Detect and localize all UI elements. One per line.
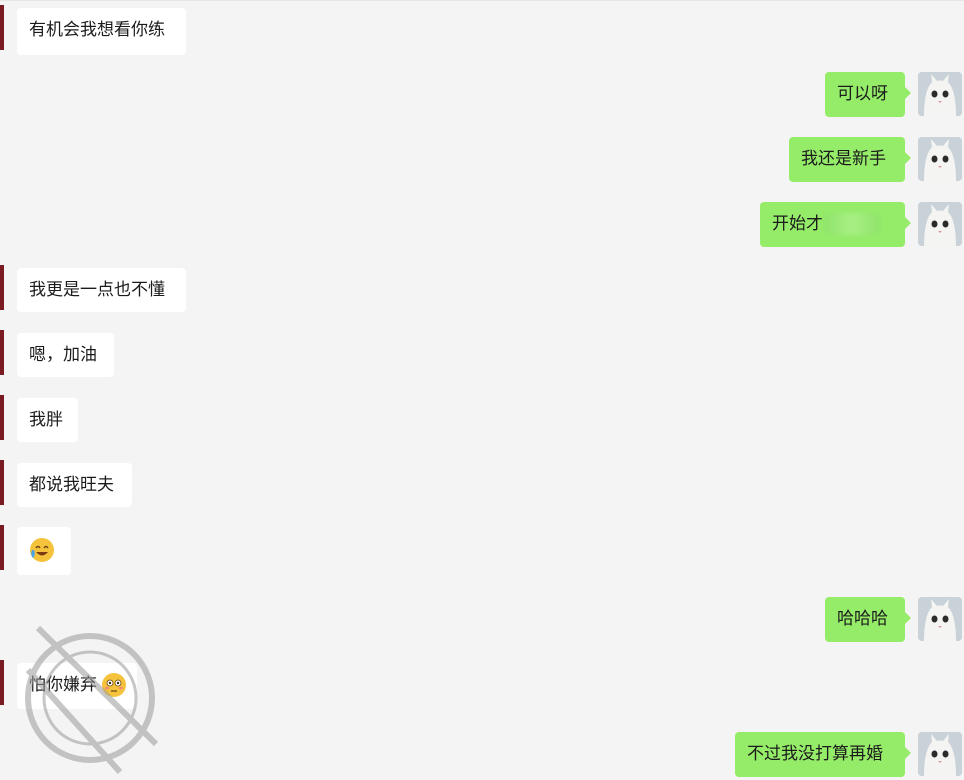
message-row: 都说我旺夫 bbox=[0, 459, 964, 509]
redaction-blur bbox=[823, 213, 881, 235]
message-text: 不过我没打算再婚 bbox=[747, 744, 883, 764]
message-text: 可以呀 bbox=[837, 84, 888, 104]
received-bubble[interactable] bbox=[17, 527, 71, 575]
contact-marker bbox=[0, 660, 4, 705]
message-text: 都说我旺夫 bbox=[29, 475, 114, 495]
contact-marker bbox=[0, 460, 4, 505]
received-bubble[interactable]: 我更是一点也不懂 bbox=[17, 268, 186, 312]
received-bubble[interactable]: 嗯，加油 bbox=[17, 333, 114, 377]
message-row: 开始才 bbox=[0, 202, 964, 248]
message-row: 不过我没打算再婚 bbox=[0, 732, 964, 778]
laughing-crying-emoji bbox=[30, 538, 54, 562]
message-row: 我胖 bbox=[0, 394, 964, 444]
cat-avatar-icon[interactable] bbox=[918, 202, 962, 246]
message-text: 我还是新手 bbox=[801, 149, 886, 169]
contact-marker bbox=[0, 525, 4, 570]
flushed-emoji bbox=[102, 673, 127, 697]
cat-avatar-icon[interactable] bbox=[918, 597, 962, 641]
contact-marker bbox=[0, 395, 4, 440]
received-bubble[interactable]: 我胖 bbox=[17, 398, 78, 442]
message-row: 可以呀 bbox=[0, 72, 964, 118]
received-bubble[interactable]: 怕你嫌弃 bbox=[17, 663, 137, 709]
message-row bbox=[0, 524, 964, 578]
message-text: 哈哈哈 bbox=[837, 609, 888, 629]
cat-avatar-icon[interactable] bbox=[918, 137, 962, 181]
message-row: 嗯，加油 bbox=[0, 329, 964, 379]
received-bubble[interactable]: 有机会我想看你练 bbox=[17, 8, 186, 55]
message-row: 有机会我想看你练 bbox=[0, 4, 964, 55]
top-divider bbox=[0, 0, 964, 1]
message-text: 有机会我想看你练 bbox=[29, 20, 165, 40]
message-row: 哈哈哈 bbox=[0, 597, 964, 643]
message-text: 嗯，加油 bbox=[29, 345, 97, 365]
contact-marker bbox=[0, 330, 4, 375]
contact-marker bbox=[0, 5, 4, 50]
cat-avatar-icon[interactable] bbox=[918, 72, 962, 116]
sent-bubble[interactable]: 我还是新手 bbox=[789, 137, 911, 182]
contact-marker bbox=[0, 265, 4, 310]
sent-bubble[interactable]: 不过我没打算再婚 bbox=[735, 732, 911, 777]
message-text: 我更是一点也不懂 bbox=[29, 280, 165, 300]
message-text: 我胖 bbox=[29, 410, 63, 430]
message-text: 开始才 bbox=[772, 214, 823, 234]
cat-avatar-icon[interactable] bbox=[918, 732, 962, 776]
received-bubble[interactable]: 都说我旺夫 bbox=[17, 463, 132, 507]
message-row: 怕你嫌弃 bbox=[0, 659, 964, 711]
message-row: 我更是一点也不懂 bbox=[0, 264, 964, 314]
sent-bubble[interactable]: 哈哈哈 bbox=[825, 597, 911, 642]
sent-bubble[interactable]: 可以呀 bbox=[825, 72, 911, 117]
message-text: 怕你嫌弃 bbox=[29, 675, 97, 695]
message-row: 我还是新手 bbox=[0, 137, 964, 183]
sent-bubble[interactable]: 开始才 bbox=[760, 202, 911, 247]
